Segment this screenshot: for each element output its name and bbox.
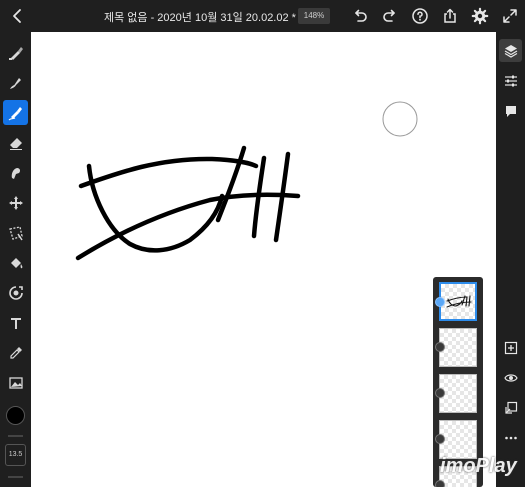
comment-button[interactable] xyxy=(499,99,522,122)
transform-tool[interactable] xyxy=(3,190,28,215)
brush-cursor xyxy=(382,101,418,137)
layer-select-dot[interactable] xyxy=(435,342,445,352)
app-window: 제목 없음 - 2020년 10월 31일 20.02.02 * 148% 13… xyxy=(0,0,525,487)
adjust-button[interactable] xyxy=(499,69,522,92)
fill-tool[interactable] xyxy=(3,250,28,275)
toolbar-divider xyxy=(8,435,23,437)
drawing-strokes xyxy=(75,101,418,261)
live-brush-icon xyxy=(9,77,21,89)
lasso-icon xyxy=(8,225,23,240)
pixel-brush-tool[interactable] xyxy=(3,40,28,65)
merge-icon xyxy=(504,401,517,414)
layer-select-dot[interactable] xyxy=(435,480,445,487)
back-icon[interactable] xyxy=(8,6,28,26)
add-layer-button[interactable] xyxy=(499,336,522,359)
share-icon[interactable] xyxy=(441,7,459,25)
image-tool[interactable] xyxy=(3,370,28,395)
drawing-canvas[interactable] xyxy=(31,32,496,487)
left-toolbar: 13.5 xyxy=(0,32,31,487)
layers-button[interactable] xyxy=(499,39,522,62)
expand-icon[interactable] xyxy=(501,7,519,25)
right-toolbar xyxy=(496,32,525,487)
smudge-tool[interactable] xyxy=(3,160,28,185)
document-title[interactable]: 제목 없음 - 2020년 10월 31일 20.02.02 * xyxy=(104,9,296,25)
toolbar-divider xyxy=(8,476,23,478)
watermark: imoPlay xyxy=(440,455,517,477)
stroke-upper-arc xyxy=(78,156,259,189)
eye-icon xyxy=(503,373,518,382)
liquify-tool[interactable] xyxy=(3,280,28,305)
top-bar: 제목 없음 - 2020년 10월 31일 20.02.02 * 148% xyxy=(0,0,525,32)
merge-button[interactable] xyxy=(499,396,522,419)
more-icon xyxy=(504,436,517,439)
redo-icon[interactable] xyxy=(381,7,399,25)
vector-brush-icon xyxy=(8,106,22,120)
vector-brush-tool[interactable] xyxy=(3,100,28,125)
sliders-icon xyxy=(504,75,517,86)
help-icon[interactable] xyxy=(411,7,429,25)
layer-select-dot[interactable] xyxy=(435,297,445,307)
zoom-level[interactable]: 148% xyxy=(298,8,330,24)
live-brush-tool[interactable] xyxy=(3,70,28,95)
brush-size[interactable]: 13.5 xyxy=(5,444,26,466)
add-layer-icon xyxy=(504,341,517,354)
more-button[interactable] xyxy=(499,426,522,449)
settings-icon[interactable] xyxy=(471,7,489,25)
pixel-brush-icon xyxy=(8,46,23,60)
document-title-area[interactable]: 제목 없음 - 2020년 10월 31일 20.02.02 * xyxy=(104,9,314,25)
eraser-tool[interactable] xyxy=(3,130,28,155)
text-tool[interactable] xyxy=(3,310,28,335)
paint-bucket-icon xyxy=(10,257,22,268)
eraser-icon xyxy=(9,137,22,150)
move-icon xyxy=(8,195,23,210)
eyedropper-icon xyxy=(9,346,22,359)
layer-select-dot[interactable] xyxy=(435,434,445,444)
visibility-button[interactable] xyxy=(499,366,522,389)
liquify-icon xyxy=(8,285,23,300)
layer-preview xyxy=(446,295,472,308)
layers-icon xyxy=(504,44,517,58)
selection-tool[interactable] xyxy=(3,220,28,245)
comment-icon xyxy=(505,105,516,117)
image-icon xyxy=(8,376,23,389)
undo-icon[interactable] xyxy=(351,7,369,25)
smudge-icon xyxy=(11,167,20,179)
text-icon xyxy=(10,317,21,329)
layer-select-dot[interactable] xyxy=(435,388,445,398)
eyedropper-tool[interactable] xyxy=(3,340,28,365)
color-swatch[interactable] xyxy=(6,406,25,425)
